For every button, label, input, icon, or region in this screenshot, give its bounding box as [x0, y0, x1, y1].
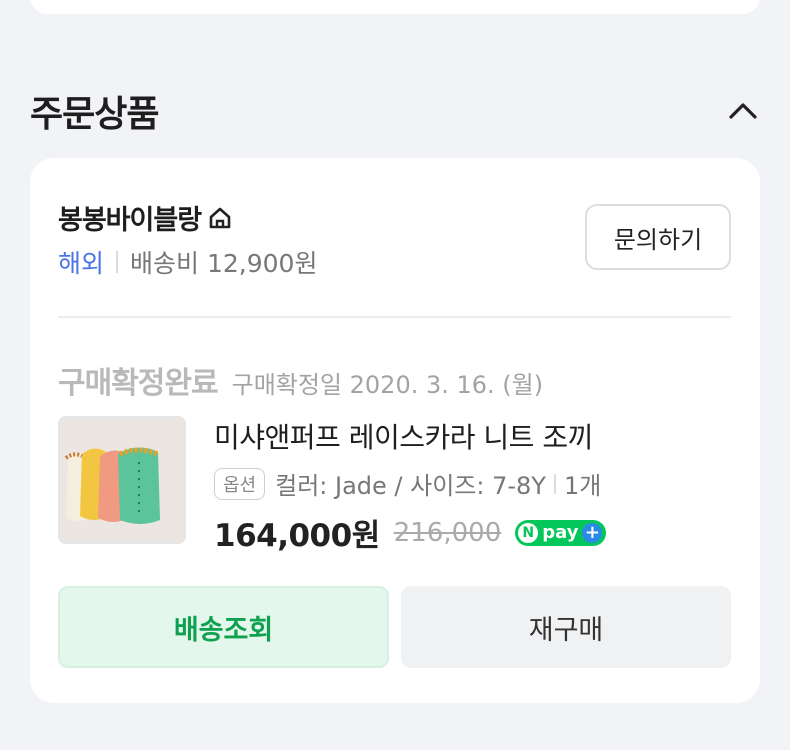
inquiry-button[interactable]: 문의하기	[585, 204, 731, 270]
overseas-badge: 해외	[58, 249, 105, 278]
npay-label: pay	[542, 522, 579, 543]
seller-name[interactable]: 봉봉바이블랑	[58, 198, 202, 237]
track-delivery-button[interactable]: 배송조회	[58, 586, 389, 668]
shipping-fee: 배송비 12,900원	[130, 249, 318, 278]
rebuy-button[interactable]: 재구매	[401, 586, 731, 668]
previous-card	[30, 0, 760, 14]
original-price: 216,000	[393, 517, 502, 548]
seller-row: 봉봉바이블랑	[58, 198, 237, 237]
order-status: 구매확정완료	[58, 366, 219, 401]
naver-n-icon: N	[518, 522, 539, 543]
price: 164,000원	[214, 518, 380, 554]
option-badge: 옵션	[214, 467, 266, 500]
store-home-icon[interactable]	[207, 203, 237, 233]
plus-icon: +	[582, 522, 603, 543]
option-text: 컬러: Jade / 사이즈: 7-8Y	[275, 472, 546, 500]
npay-plus-badge: N pay +	[515, 519, 607, 546]
divider	[116, 251, 119, 273]
quantity: 1개	[563, 472, 602, 500]
product-thumbnail[interactable]	[58, 416, 186, 544]
order-status-row: 구매확정완료 구매확정일 2020. 3. 16. (월)	[58, 358, 543, 402]
shipping-info: 해외 배송비 12,900원	[58, 244, 317, 280]
section-title: 주문상품	[30, 94, 159, 135]
price-row: 164,000원 216,000 N pay +	[214, 510, 607, 555]
product-option-row: 옵션 컬러: Jade / 사이즈: 7-8Y 1개	[214, 466, 601, 501]
divider	[553, 473, 556, 494]
section-divider	[58, 316, 731, 318]
chevron-up-icon[interactable]	[726, 94, 760, 128]
order-items-header: 주문상품	[30, 88, 760, 135]
order-item-card: 봉봉바이블랑 해외 배송비 12,900원 문의하기 구매확정완료 구매확정일 …	[30, 158, 760, 703]
product-name[interactable]: 미샤앤퍼프 레이스카라 니트 조끼	[214, 416, 593, 456]
confirm-date: 구매확정일 2020. 3. 16. (월)	[231, 371, 544, 399]
